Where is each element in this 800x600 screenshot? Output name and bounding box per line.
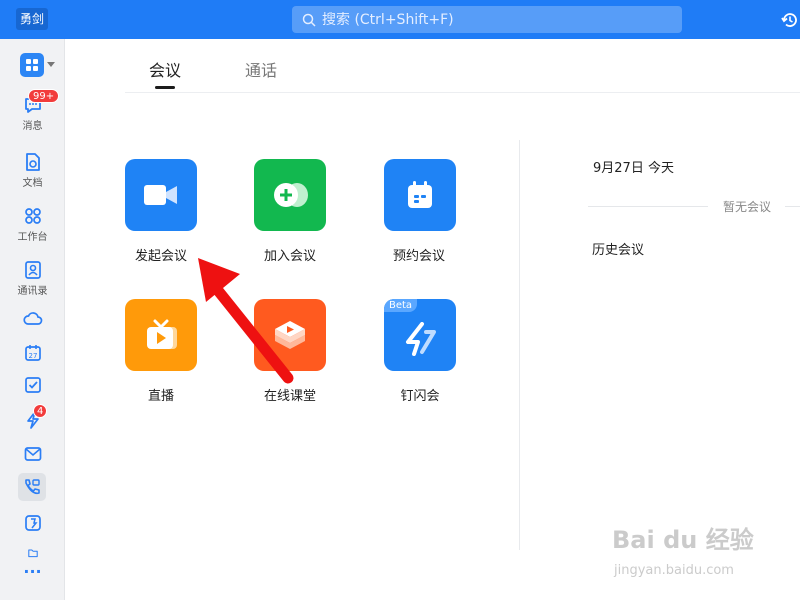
sidebar-item-label: 通讯录	[17, 286, 48, 297]
sidebar-item-meeting[interactable]	[18, 473, 46, 501]
calendar-date: 27	[28, 352, 37, 360]
app-badge[interactable]: 勇剑	[16, 8, 49, 30]
watermark-logo: Bai du 经验	[612, 526, 754, 554]
sidebar-item-drive[interactable]	[0, 513, 65, 533]
tab-call[interactable]: 通话	[245, 57, 277, 81]
watermark-url: jingyan.baidu.com	[614, 563, 734, 578]
contacts-icon	[24, 261, 41, 279]
sidebar-item-workbench[interactable]: 工作台	[0, 206, 65, 243]
tab-bar: 会议 通话	[125, 40, 800, 93]
today-date: 9月27日 今天	[593, 161, 674, 176]
document-icon	[25, 153, 40, 171]
grid-icon[interactable]	[20, 53, 44, 77]
video-camera-icon	[144, 185, 177, 205]
sidebar-item-todo[interactable]	[0, 375, 65, 395]
history-icon[interactable]	[780, 10, 800, 30]
schedule-meeting-label: 预约会议	[392, 249, 445, 264]
flash-meeting-icon	[406, 322, 436, 356]
history-meetings-link[interactable]: 历史会议	[592, 239, 644, 258]
join-meeting-icon	[274, 183, 308, 207]
search-box[interactable]	[292, 6, 682, 33]
sidebar-item-folder[interactable]	[0, 547, 65, 559]
search-icon	[302, 13, 316, 27]
schedule-meeting-button[interactable]	[384, 159, 456, 231]
folder-icon	[27, 549, 38, 558]
beta-tag: Beta	[384, 299, 418, 312]
flash-meeting-label: 钉闪会	[400, 389, 440, 404]
mail-icon	[24, 447, 41, 461]
drive-icon	[24, 515, 41, 531]
sidebar: 消息 99+ 文档 工作台 通讯录 27 4 ···	[0, 39, 65, 600]
no-meetings-text: 暂无会议	[723, 200, 772, 214]
workbench-icon	[24, 208, 41, 224]
divider-left	[588, 206, 708, 207]
start-meeting-button[interactable]	[125, 159, 197, 231]
join-meeting-button[interactable]	[254, 159, 326, 231]
sidebar-item-cloud[interactable]	[0, 309, 65, 329]
tab-meeting[interactable]: 会议	[149, 57, 181, 81]
todo-icon	[24, 377, 41, 393]
top-bar: 勇剑	[0, 0, 800, 39]
search-input[interactable]	[322, 11, 682, 28]
sidebar-item-label: 消息	[22, 121, 43, 132]
red-arrow-annotation	[198, 258, 294, 384]
schedule-icon	[408, 181, 432, 208]
sidebar-item-contacts[interactable]: 通讯录	[0, 260, 65, 297]
live-tv-icon	[147, 319, 177, 349]
calendar-icon: 27	[24, 345, 41, 361]
active-tab-indicator	[155, 86, 175, 89]
cloud-icon	[22, 312, 42, 325]
sidebar-item-mail[interactable]	[0, 444, 65, 464]
active-highlight	[18, 473, 46, 501]
app-switcher[interactable]	[20, 53, 55, 77]
unread-badge: 99+	[28, 89, 60, 103]
flash-meeting-button[interactable]: Beta	[384, 299, 456, 371]
sidebar-item-label: 文档	[22, 178, 43, 189]
panel-divider	[519, 140, 520, 550]
chevron-down-icon[interactable]	[47, 62, 55, 68]
more-icon[interactable]: ···	[0, 562, 65, 581]
sidebar-item-docs[interactable]: 文档	[0, 152, 65, 189]
divider-right	[785, 206, 800, 207]
sidebar-item-label: 工作台	[17, 232, 48, 243]
sidebar-item-calendar[interactable]: 27	[0, 343, 65, 363]
meeting-icon	[25, 479, 40, 495]
